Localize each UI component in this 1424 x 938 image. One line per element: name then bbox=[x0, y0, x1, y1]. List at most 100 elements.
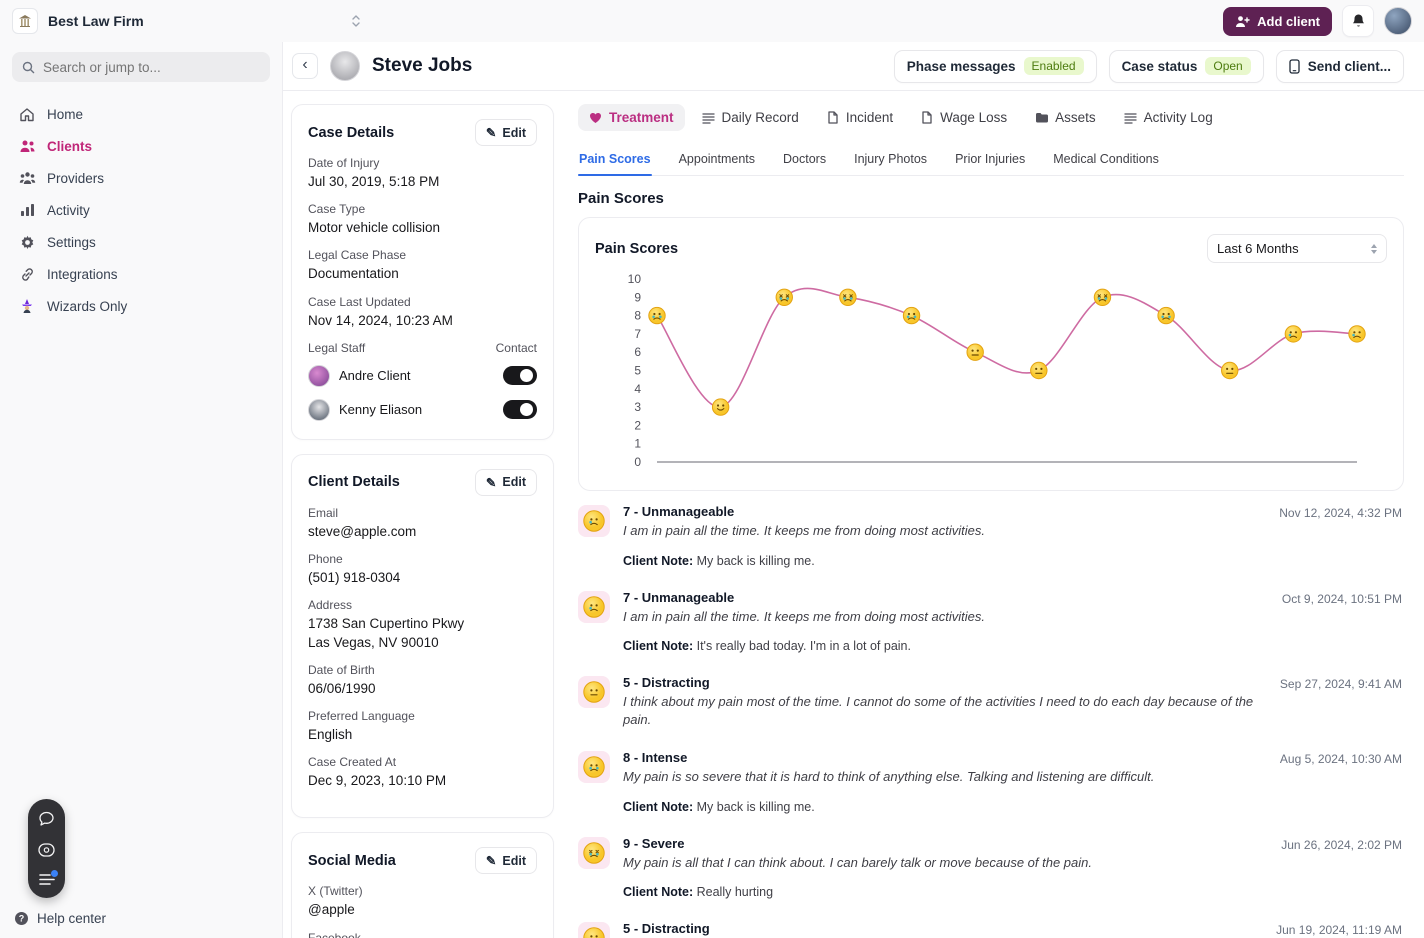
pain-scores-chart: 012345678910 bbox=[595, 269, 1387, 482]
tab-daily-record[interactable]: Daily Record bbox=[691, 104, 810, 131]
field-label: Email bbox=[308, 506, 537, 520]
pain-emoji-point[interactable] bbox=[967, 344, 983, 360]
field-value: Dec 9, 2023, 10:10 PM bbox=[308, 772, 537, 790]
notifications-button[interactable] bbox=[1342, 5, 1374, 37]
pain-emoji-point[interactable] bbox=[1031, 362, 1047, 378]
entry-title: 7 - Unmanageable bbox=[623, 590, 1254, 605]
send-client-button[interactable]: Send client... bbox=[1276, 50, 1404, 83]
case-details-edit-button[interactable]: ✎Edit bbox=[475, 119, 537, 146]
pain-emoji-point[interactable] bbox=[903, 307, 919, 323]
help-center-link[interactable]: ? Help center bbox=[14, 911, 106, 926]
case-status-button[interactable]: Case status Open bbox=[1109, 50, 1264, 83]
svg-text:1: 1 bbox=[634, 437, 641, 451]
field-value: 1738 San Cupertino PkwyLas Vegas, NV 900… bbox=[308, 615, 537, 651]
providers-icon bbox=[18, 171, 36, 185]
pain-emoji-point[interactable] bbox=[649, 307, 665, 323]
subtab-pain-scores[interactable]: Pain Scores bbox=[578, 145, 652, 175]
crying-face-icon bbox=[578, 505, 610, 537]
subtab-medical-conditions[interactable]: Medical Conditions bbox=[1052, 145, 1160, 175]
sidebar-item-home[interactable]: Home bbox=[12, 98, 270, 130]
workspace-collapse-icon[interactable] bbox=[351, 14, 361, 28]
add-client-button[interactable]: Add client bbox=[1223, 7, 1332, 36]
toggle-knob bbox=[520, 369, 533, 382]
entry-title: 5 - Distracting bbox=[623, 921, 1254, 936]
field-row: X (Twitter)@apple bbox=[308, 884, 537, 919]
tab-incident[interactable]: Incident bbox=[816, 104, 904, 131]
pain-emoji-point[interactable] bbox=[1285, 326, 1301, 342]
pain-emoji-point[interactable] bbox=[712, 399, 728, 415]
pain-score-entry[interactable]: 7 - UnmanageableI am in pain all the tim… bbox=[578, 577, 1404, 663]
field-row: Phone(501) 918-0304 bbox=[308, 552, 537, 587]
sidebar-item-settings[interactable]: Settings bbox=[12, 226, 270, 258]
field-row: Address1738 San Cupertino PkwyLas Vegas,… bbox=[308, 598, 537, 651]
phase-messages-button[interactable]: Phase messages Enabled bbox=[894, 50, 1097, 83]
tab-label: Assets bbox=[1055, 110, 1096, 125]
social-media-edit-button[interactable]: ✎Edit bbox=[475, 847, 537, 874]
pain-score-entry[interactable]: 5 - DistractingI think about my pain mos… bbox=[578, 908, 1404, 938]
search-field[interactable] bbox=[43, 60, 260, 75]
add-client-label: Add client bbox=[1257, 14, 1320, 29]
tab-assets[interactable]: Assets bbox=[1024, 104, 1107, 131]
pain-emoji-point[interactable] bbox=[1349, 326, 1365, 342]
edit-label: Edit bbox=[502, 126, 526, 140]
chat-bubble-icon[interactable] bbox=[38, 811, 55, 827]
pain-emoji-point[interactable] bbox=[1094, 289, 1110, 305]
pain-score-entry[interactable]: 7 - UnmanageableI am in pain all the tim… bbox=[578, 491, 1404, 577]
pain-emoji-point[interactable] bbox=[840, 289, 856, 305]
client-details-edit-button[interactable]: ✎Edit bbox=[475, 469, 537, 496]
workspace-switcher[interactable]: Best Law Firm bbox=[12, 8, 144, 34]
sidebar-item-integrations[interactable]: Integrations bbox=[12, 258, 270, 290]
pain-score-entry[interactable]: 9 - SevereMy pain is all that I can thin… bbox=[578, 823, 1404, 909]
list-icon bbox=[1124, 112, 1137, 124]
staff-row: Andre Client bbox=[308, 365, 537, 387]
bell-icon bbox=[1351, 13, 1366, 29]
entry-description: I think about my pain most of the time. … bbox=[623, 693, 1254, 728]
case-status-label: Case status bbox=[1122, 59, 1198, 74]
pain-emoji-point[interactable] bbox=[776, 289, 792, 305]
field-label: Case Last Updated bbox=[308, 295, 537, 309]
tab-wage-loss[interactable]: Wage Loss bbox=[910, 104, 1018, 131]
pain-emoji-point[interactable] bbox=[1158, 307, 1174, 323]
phase-messages-label: Phase messages bbox=[907, 59, 1016, 74]
subtab-injury-photos[interactable]: Injury Photos bbox=[853, 145, 928, 175]
subtab-doctors[interactable]: Doctors bbox=[782, 145, 827, 175]
client-details-card: Client Details✎EditEmailsteve@apple.comP… bbox=[291, 454, 554, 819]
treatment-column: Treatment Daily Record IncidentWage Loss As… bbox=[578, 104, 1404, 938]
staff-row: Kenny Eliason bbox=[308, 399, 537, 421]
tab-activity-log[interactable]: Activity Log bbox=[1113, 104, 1224, 131]
contact-toggle[interactable] bbox=[503, 400, 537, 419]
record-icon[interactable] bbox=[38, 843, 55, 857]
pain-emoji-point[interactable] bbox=[1222, 362, 1238, 378]
pain-score-entry[interactable]: 5 - Distracting I think about my pain mos… bbox=[578, 662, 1404, 737]
social-media-card: Social Media✎EditX (Twitter)@appleFacebo… bbox=[291, 832, 554, 938]
tab-label: Daily Record bbox=[722, 110, 799, 125]
pain-score-entry[interactable]: 8 - IntenseMy pain is so severe that it … bbox=[578, 737, 1404, 823]
staff-avatar bbox=[308, 399, 330, 421]
support-widget[interactable] bbox=[28, 799, 65, 898]
sidebar-item-wizards-only[interactable]: Wizards Only bbox=[12, 290, 270, 322]
sidebar-item-providers[interactable]: Providers bbox=[12, 162, 270, 194]
field-row: Preferred LanguageEnglish bbox=[308, 709, 537, 744]
field-label: X (Twitter) bbox=[308, 884, 537, 898]
user-avatar[interactable] bbox=[1384, 7, 1412, 35]
client-header: ‹ Steve Jobs Phase messages Enabled Case… bbox=[283, 42, 1424, 91]
search-input[interactable] bbox=[12, 52, 270, 82]
entry-date: Jun 19, 2024, 11:19 AM bbox=[1276, 923, 1402, 937]
sidebar-item-clients[interactable]: Clients bbox=[12, 130, 270, 162]
subtab-prior-injuries[interactable]: Prior Injuries bbox=[954, 145, 1026, 175]
phase-messages-badge: Enabled bbox=[1024, 57, 1084, 75]
activity-icon bbox=[18, 203, 36, 217]
entry-title: 5 - Distracting bbox=[623, 675, 1254, 690]
tab-treatment[interactable]: Treatment bbox=[578, 104, 685, 131]
date-range-select[interactable]: Last 6 Months bbox=[1207, 234, 1387, 263]
case-tabs: Treatment Daily Record IncidentWage Loss As… bbox=[578, 104, 1404, 131]
entry-title: 8 - Intense bbox=[623, 750, 1254, 765]
help-icon: ? bbox=[14, 911, 29, 926]
loudly-crying-face-icon bbox=[578, 751, 610, 783]
contact-toggle[interactable] bbox=[503, 366, 537, 385]
sidebar-item-activity[interactable]: Activity bbox=[12, 194, 270, 226]
changelog-icon[interactable] bbox=[39, 873, 55, 886]
subtab-appointments[interactable]: Appointments bbox=[678, 145, 756, 175]
entry-date: Jun 26, 2024, 2:02 PM bbox=[1281, 838, 1402, 852]
back-button[interactable]: ‹ bbox=[292, 53, 318, 79]
